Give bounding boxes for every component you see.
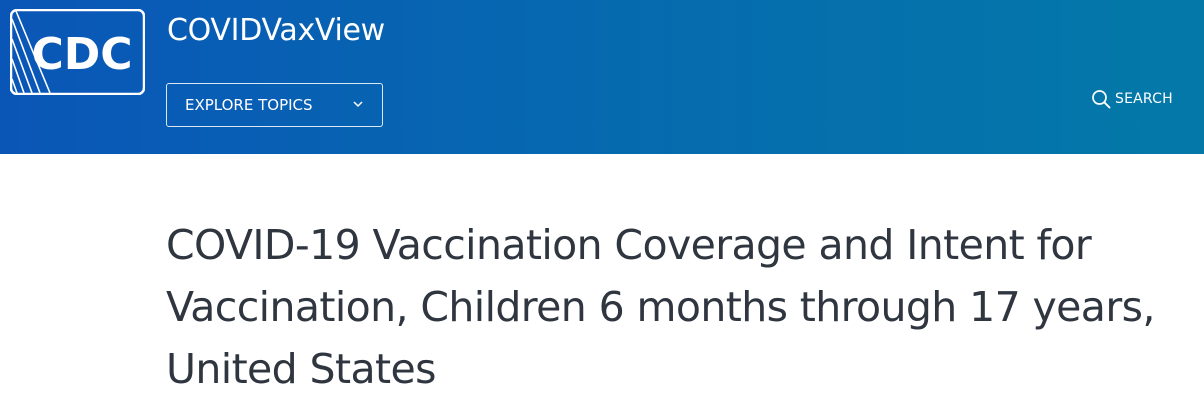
- page-title: COVID-19 Vaccination Coverage and Intent…: [166, 221, 1155, 393]
- explore-topics-button[interactable]: EXPLORE TOPICS: [166, 83, 383, 127]
- search-button[interactable]: SEARCH: [1091, 89, 1173, 109]
- site-header: CDC COVIDVaxView EXPLORE TOPICS SEARCH: [0, 0, 1204, 154]
- search-icon: [1092, 90, 1111, 109]
- search-label: SEARCH: [1115, 91, 1173, 107]
- site-title[interactable]: COVIDVaxView: [167, 13, 385, 48]
- logo-text: CDC: [31, 29, 132, 80]
- cdc-logo[interactable]: CDC: [10, 9, 145, 95]
- chevron-down-icon: [353, 101, 363, 108]
- explore-topics-label: EXPLORE TOPICS: [185, 96, 313, 114]
